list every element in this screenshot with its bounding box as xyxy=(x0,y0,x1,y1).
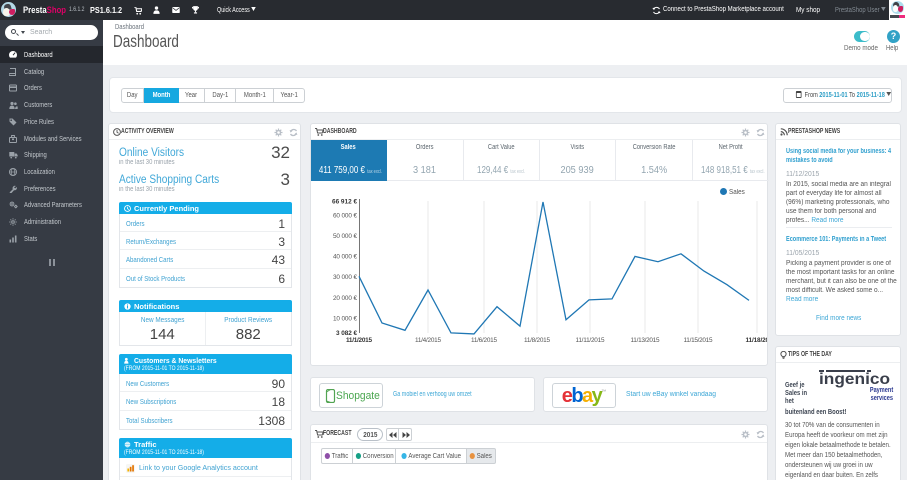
svg-text:11/8/2015: 11/8/2015 xyxy=(524,337,550,344)
svg-text:60 000 €: 60 000 € xyxy=(333,213,357,220)
svg-text:10 000 €: 10 000 € xyxy=(333,316,357,323)
svg-text:11/1/2015: 11/1/2015 xyxy=(346,337,372,344)
svg-text:11/11/2015: 11/11/2015 xyxy=(576,337,605,344)
svg-text:50 000 €: 50 000 € xyxy=(333,233,357,240)
svg-text:11/18/201: 11/18/201 xyxy=(746,337,768,344)
svg-text:11/13/2015: 11/13/2015 xyxy=(631,337,660,344)
svg-text:40 000 €: 40 000 € xyxy=(333,254,357,261)
svg-text:11/6/2015: 11/6/2015 xyxy=(471,337,497,344)
svg-text:11/4/2015: 11/4/2015 xyxy=(415,337,441,344)
svg-text:66 912 €: 66 912 € xyxy=(332,199,357,206)
svg-text:3 082 €: 3 082 € xyxy=(336,330,357,337)
svg-text:30 000 €: 30 000 € xyxy=(333,274,357,281)
svg-text:20 000 €: 20 000 € xyxy=(333,295,357,302)
svg-text:11/15/2015: 11/15/2015 xyxy=(684,337,713,344)
